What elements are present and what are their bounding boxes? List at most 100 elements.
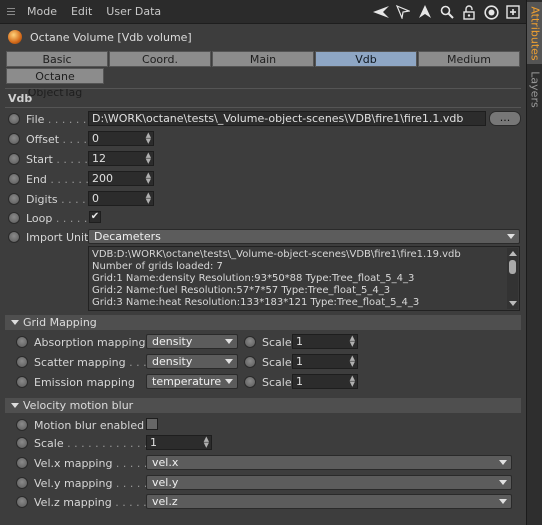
new-window-icon[interactable] [504, 3, 522, 21]
scatter-row: Scatter mapping . . . . [16, 353, 154, 371]
vertical-scrollbar[interactable] [507, 248, 518, 309]
spinner-icon[interactable]: ▲ ▼ [146, 172, 151, 185]
browse-button[interactable]: ... [489, 111, 521, 126]
motion-blur-label: Motion blur enabled [34, 418, 145, 432]
animate-toggle-icon[interactable] [16, 336, 28, 348]
grip-icon[interactable] [0, 0, 20, 24]
absorption-mapping-dropdown[interactable]: density [146, 334, 238, 349]
cursor-icon[interactable] [394, 3, 412, 21]
emission-mapping-dropdown[interactable]: temperature [146, 374, 238, 389]
offset-stepper[interactable]: 0 ▲ ▼ [88, 131, 154, 146]
tab-vdb[interactable]: Vdb [315, 51, 417, 67]
scatter-scale-row: Scale [244, 353, 292, 371]
menu-mode[interactable]: Mode [27, 5, 57, 18]
spinner-icon[interactable]: ▲ ▼ [146, 152, 151, 165]
absorption-scale-row: Scale [244, 333, 292, 351]
scatter-scale-stepper[interactable]: 1 ▲ ▼ [292, 354, 358, 369]
spinner-icon[interactable]: ▲ ▼ [350, 375, 355, 388]
spinner-icon[interactable]: ▲ ▼ [350, 355, 355, 368]
scroll-thumb[interactable] [509, 260, 516, 274]
grid-mapping-group-header[interactable]: Grid Mapping [5, 315, 521, 330]
animate-toggle-icon[interactable] [16, 419, 28, 431]
absorption-label: Absorption mapping [34, 335, 146, 349]
velz-label: Vel.z mapping . . . . . . . [34, 495, 161, 509]
animate-toggle-icon[interactable] [8, 193, 20, 205]
tab-octane-objecttag[interactable]: Octane ObjectTag [6, 68, 104, 99]
emission-value: temperature [152, 375, 222, 388]
offset-value: 0 [92, 132, 99, 145]
emission-row: Emission mapping [16, 373, 135, 391]
animate-toggle-icon[interactable] [16, 356, 28, 368]
spinner-icon[interactable]: ▲ ▼ [146, 192, 151, 205]
velocity-scale-stepper[interactable]: 1 ▲ ▼ [146, 435, 212, 450]
target-icon[interactable] [482, 3, 500, 21]
side-tab-layers[interactable]: Layers [527, 70, 542, 108]
animate-toggle-icon[interactable] [244, 336, 256, 348]
digits-label: Digits . . . . . [26, 192, 93, 206]
animate-toggle-icon[interactable] [8, 113, 20, 125]
digits-stepper[interactable]: 0 ▲ ▼ [88, 191, 154, 206]
side-tab-attributes[interactable]: Attributes [527, 2, 542, 64]
spinner-icon[interactable]: ▲ ▼ [350, 335, 355, 348]
animate-toggle-icon[interactable] [8, 231, 20, 243]
velocity-title: Velocity motion blur [23, 399, 134, 412]
menu-user-data[interactable]: User Data [106, 5, 161, 18]
end-label: End . . . . . . . [26, 172, 96, 186]
velz-mapping-dropdown[interactable]: vel.z [146, 494, 512, 509]
info-line: Grid:3 Name:heat Resolution:133*183*121 … [92, 297, 420, 308]
animate-toggle-icon[interactable] [16, 376, 28, 388]
animate-toggle-icon[interactable] [8, 153, 20, 165]
start-value: 12 [92, 152, 106, 165]
digits-value: 0 [92, 192, 99, 205]
end-stepper[interactable]: 200 ▲ ▼ [88, 171, 154, 186]
scale-label: Scale [262, 355, 292, 369]
chevron-down-icon [225, 379, 233, 384]
loop-label: Loop . . . . . . [26, 211, 95, 225]
scatter-value: density [152, 355, 193, 368]
vdb-info-textarea[interactable]: VDB:D:\WORK\octane\tests\_Volume-object-… [88, 246, 520, 311]
animate-toggle-icon[interactable] [16, 457, 28, 469]
arrow-left-icon[interactable] [372, 3, 390, 21]
scale-label: Scale [262, 335, 292, 349]
tab-basic[interactable]: Basic [6, 51, 108, 67]
loop-checkbox[interactable]: ✔ [89, 211, 101, 223]
tab-main[interactable]: Main [212, 51, 314, 67]
chevron-down-icon [499, 499, 507, 504]
emission-scale-stepper[interactable]: 1 ▲ ▼ [292, 374, 358, 389]
velocity-group-header[interactable]: Velocity motion blur [5, 398, 521, 413]
toolbar [372, 3, 522, 21]
animate-toggle-icon[interactable] [16, 437, 28, 449]
chevron-down-icon [225, 359, 233, 364]
animate-toggle-icon[interactable] [8, 173, 20, 185]
tab-medium[interactable]: Medium [418, 51, 520, 67]
spinner-icon[interactable]: ▲ ▼ [146, 132, 151, 145]
animate-toggle-icon[interactable] [244, 356, 256, 368]
search-icon[interactable] [438, 3, 456, 21]
info-line: Grid:1 Name:density Resolution:93*50*88 … [92, 273, 415, 284]
up-arrow-icon[interactable] [416, 3, 434, 21]
absorption-scale-stepper[interactable]: 1 ▲ ▼ [292, 334, 358, 349]
motion-blur-checkbox[interactable] [146, 418, 158, 430]
scatter-mapping-dropdown[interactable]: density [146, 354, 238, 369]
scroll-down-icon[interactable] [509, 301, 517, 306]
lock-icon[interactable] [460, 3, 478, 21]
import-unit-dropdown[interactable]: Decameters [88, 229, 520, 244]
animate-toggle-icon[interactable] [244, 376, 256, 388]
chevron-down-icon [507, 234, 515, 239]
menu-edit[interactable]: Edit [71, 5, 92, 18]
velx-mapping-dropdown[interactable]: vel.x [146, 455, 512, 470]
scroll-up-icon[interactable] [509, 251, 517, 256]
animate-toggle-icon[interactable] [16, 477, 28, 489]
vely-mapping-dropdown[interactable]: vel.y [146, 475, 512, 490]
scatter-scale-value: 1 [296, 355, 303, 368]
animate-toggle-icon[interactable] [16, 496, 28, 508]
velx-label: Vel.x mapping . . . . . . . [34, 456, 162, 470]
start-stepper[interactable]: 12 ▲ ▼ [88, 151, 154, 166]
spinner-icon[interactable]: ▲ ▼ [204, 436, 209, 449]
animate-toggle-icon[interactable] [8, 212, 20, 224]
file-row: File . . . . . . . [8, 110, 93, 128]
file-label: File . . . . . . . [26, 112, 94, 126]
animate-toggle-icon[interactable] [8, 133, 20, 145]
tab-coord[interactable]: Coord. [109, 51, 211, 67]
file-path-input[interactable]: D:\WORK\octane\tests\_Volume-object-scen… [88, 111, 486, 126]
